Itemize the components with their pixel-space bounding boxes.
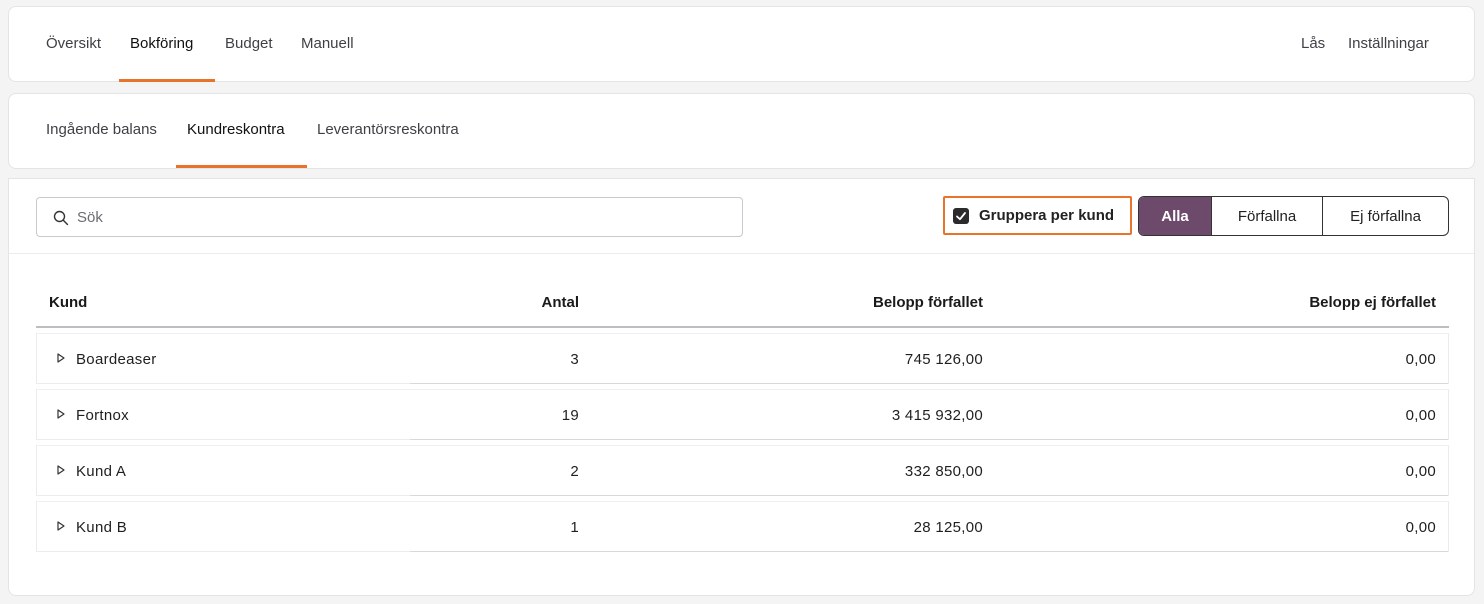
row-divider <box>410 383 1448 384</box>
column-header-kund[interactable]: Kund <box>49 294 87 311</box>
customer-name: Kund B <box>76 519 128 536</box>
amount-overdue: 28 125,00 <box>913 519 983 536</box>
row-divider <box>410 439 1448 440</box>
table-row[interactable]: Kund A 2 332 850,00 0,00 <box>36 445 1449 496</box>
checkmark-icon <box>956 212 966 221</box>
customer-name: Kund A <box>76 463 127 480</box>
group-by-customer-label: Gruppera per kund <box>979 207 1115 224</box>
column-header-antal[interactable]: Antal <box>542 294 580 311</box>
amount-not-overdue: 0,00 <box>1405 407 1436 424</box>
expand-arrow-icon[interactable] <box>57 521 65 531</box>
invoice-count: 2 <box>570 463 579 480</box>
column-header-belopp-ej-forfallet[interactable]: Belopp ej förfallet <box>1309 294 1436 311</box>
filter-all-button[interactable]: Alla <box>1139 197 1211 235</box>
invoice-count: 19 <box>561 407 579 424</box>
customer-name: Boardeaser <box>76 351 157 368</box>
row-divider <box>410 551 1448 552</box>
tab-kundreskontra[interactable]: Kundreskontra <box>187 121 285 138</box>
search-field[interactable] <box>36 197 743 237</box>
customer-name: Fortnox <box>76 407 129 424</box>
invoice-count: 3 <box>570 351 579 368</box>
expand-arrow-icon[interactable] <box>57 409 65 419</box>
amount-overdue: 332 850,00 <box>904 463 983 480</box>
group-by-customer-checkbox[interactable] <box>953 208 969 224</box>
active-subtab-indicator <box>176 165 307 168</box>
lock-link[interactable]: Lås <box>1301 35 1325 52</box>
amount-overdue: 745 126,00 <box>904 351 983 368</box>
expand-arrow-icon[interactable] <box>57 353 65 363</box>
amount-overdue: 3 415 932,00 <box>891 407 983 424</box>
table-row[interactable]: Boardeaser 3 745 126,00 0,00 <box>36 333 1449 384</box>
filter-not-overdue-button[interactable]: Ej förfallna <box>1322 197 1448 235</box>
row-divider <box>410 495 1448 496</box>
tab-bokforing[interactable]: Bokföring <box>130 35 193 52</box>
tab-leverantorsreskontra[interactable]: Leverantörsreskontra <box>317 121 459 138</box>
settings-link[interactable]: Inställningar <box>1348 35 1429 52</box>
table-row[interactable]: Fortnox 19 3 415 932,00 0,00 <box>36 389 1449 440</box>
sub-navigation: Ingående balans Kundreskontra Leverantör… <box>8 93 1475 169</box>
amount-not-overdue: 0,00 <box>1405 519 1436 536</box>
active-tab-indicator <box>119 79 215 82</box>
column-header-belopp-forfallet[interactable]: Belopp förfallet <box>873 294 983 311</box>
search-input[interactable] <box>77 198 727 236</box>
tab-oversikt[interactable]: Översikt <box>46 35 101 52</box>
tab-ingaende-balans[interactable]: Ingående balans <box>46 121 157 138</box>
due-status-filter: Alla Förfallna Ej förfallna <box>1138 196 1449 236</box>
divider <box>9 253 1474 254</box>
amount-not-overdue: 0,00 <box>1405 351 1436 368</box>
invoice-count: 1 <box>570 519 579 536</box>
filter-overdue-button[interactable]: Förfallna <box>1211 197 1322 235</box>
main-navigation: Översikt Bokföring Budget Manuell Lås In… <box>8 6 1475 82</box>
group-by-customer-toggle[interactable]: Gruppera per kund <box>943 196 1132 235</box>
table-header: Kund Antal Belopp förfallet Belopp ej fö… <box>36 286 1449 328</box>
search-icon <box>53 210 69 226</box>
tab-manuell[interactable]: Manuell <box>301 35 354 52</box>
tab-budget[interactable]: Budget <box>225 35 273 52</box>
customer-table: Kund Antal Belopp förfallet Belopp ej fö… <box>36 286 1449 552</box>
table-row[interactable]: Kund B 1 28 125,00 0,00 <box>36 501 1449 552</box>
receivables-panel: Gruppera per kund Alla Förfallna Ej förf… <box>8 178 1475 596</box>
amount-not-overdue: 0,00 <box>1405 463 1436 480</box>
expand-arrow-icon[interactable] <box>57 465 65 475</box>
